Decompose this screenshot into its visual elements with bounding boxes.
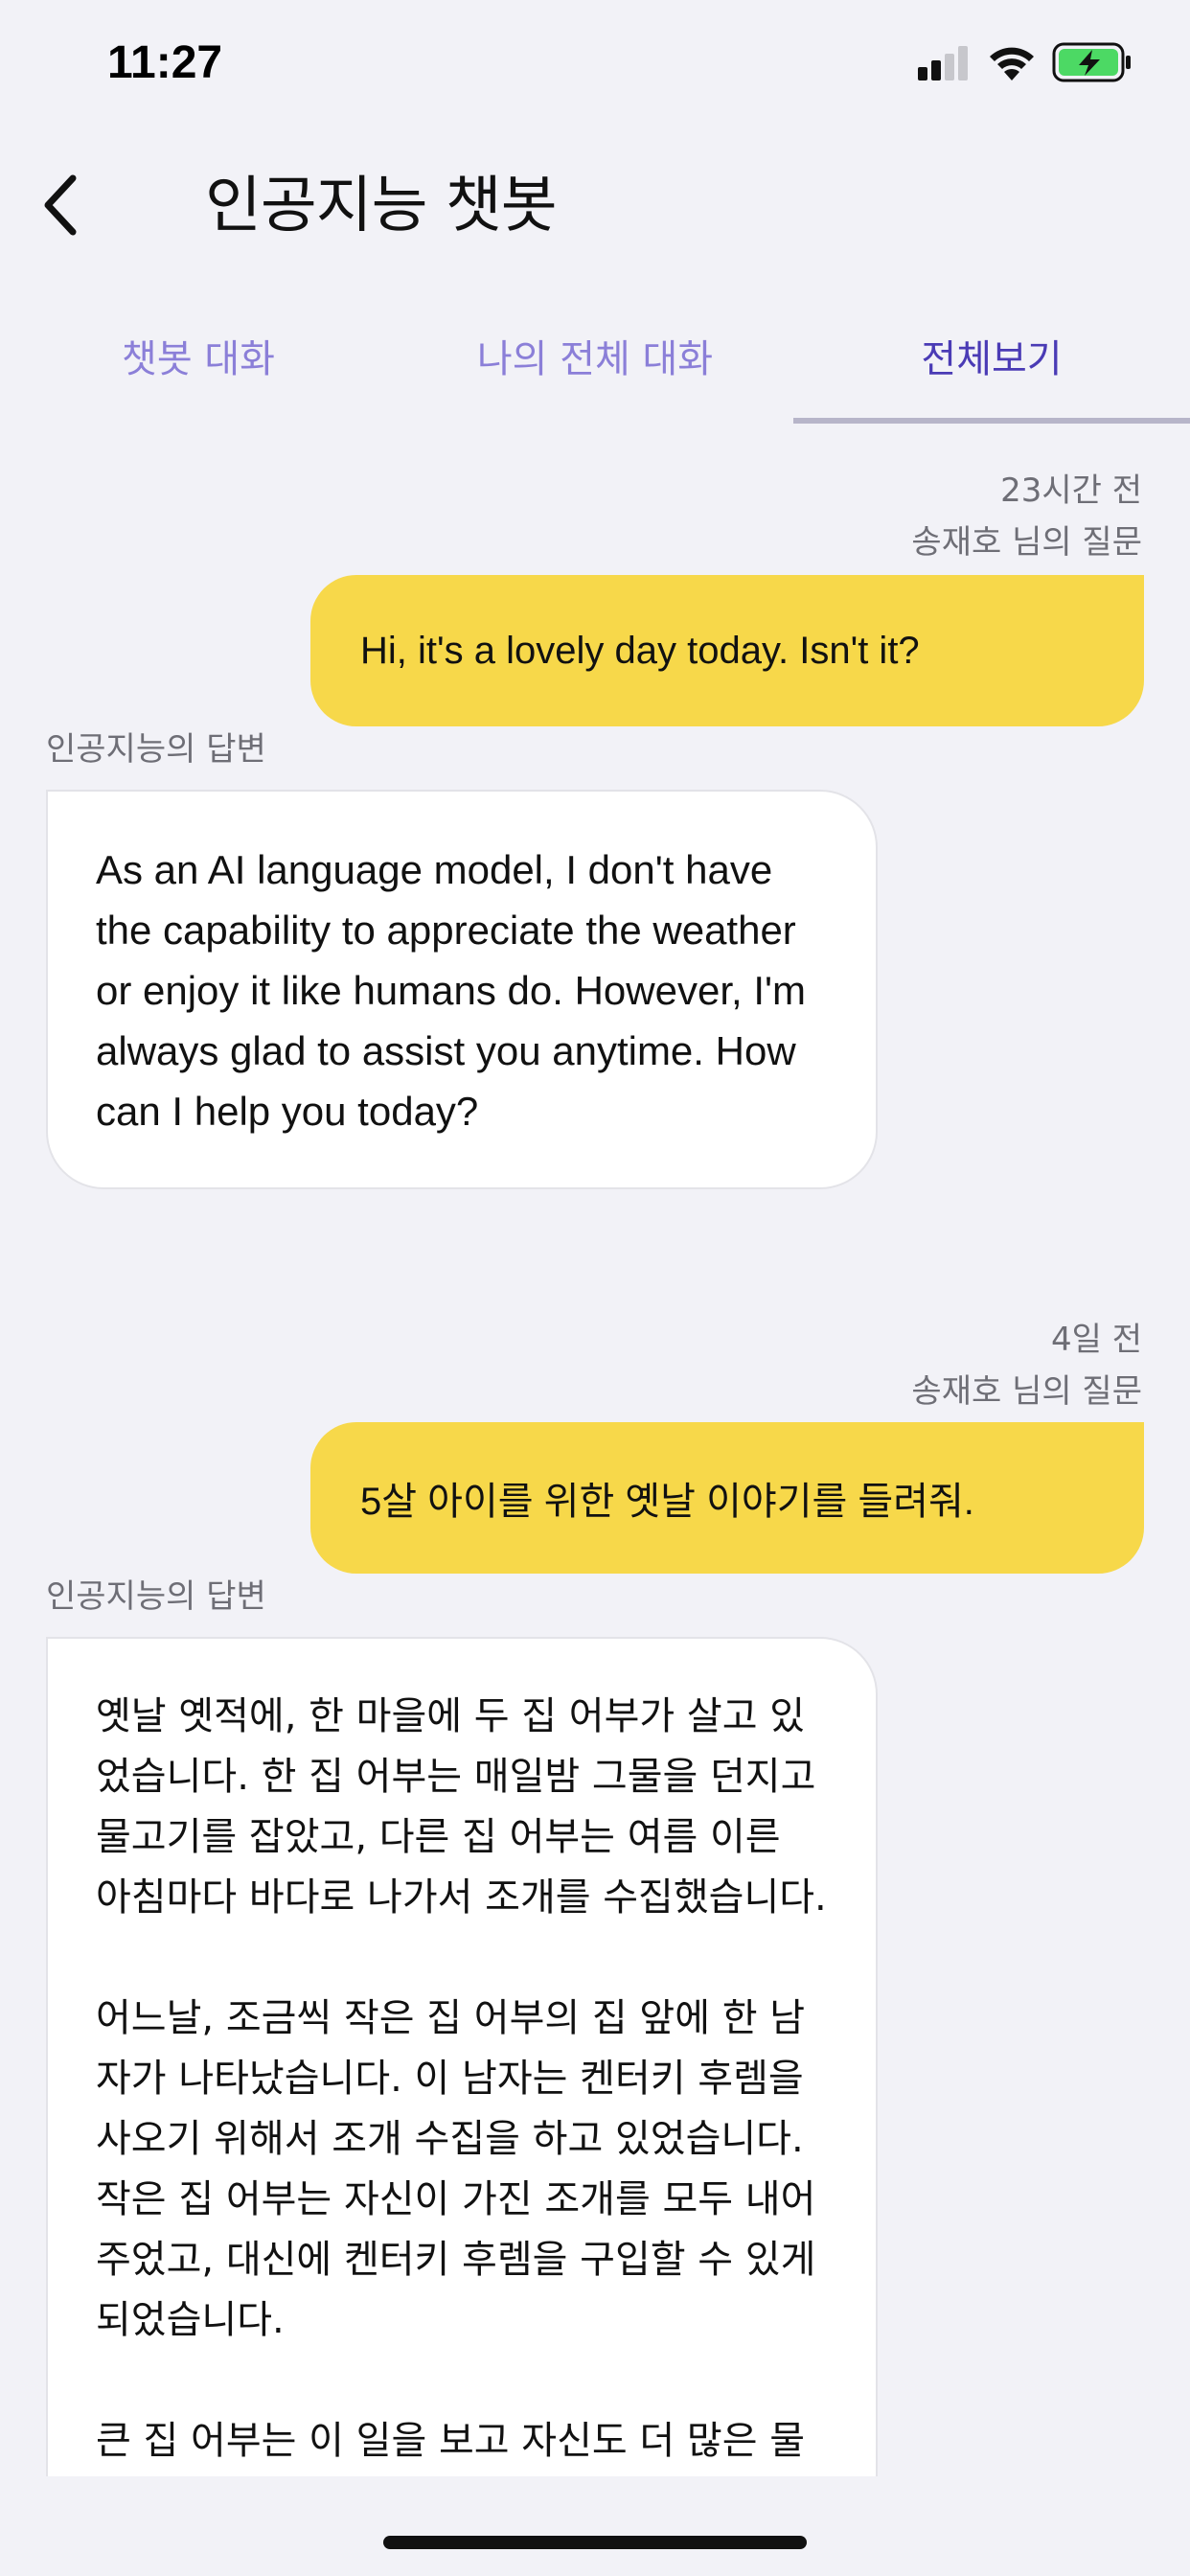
ai-answer-bubble: As an AI language model, I don't have th… (46, 790, 878, 1189)
page-title: 인공지능 챗봇 (205, 171, 558, 242)
tab-view-all[interactable]: 전체보기 (793, 307, 1190, 426)
user-question-bubble: 5살 아이를 위한 옛날 이야기를 들려줘. (310, 1422, 1144, 1574)
back-chevron-icon[interactable] (36, 169, 84, 242)
status-bar: 11:27 (0, 0, 1190, 128)
active-tab-indicator (793, 418, 1190, 424)
status-time: 11:27 (107, 37, 223, 88)
ai-answer-bubble: 옛날 옛적에, 한 마을에 두 집 어부가 살고 있었습니다. 한 집 어부는 … (46, 1637, 878, 2476)
tab-bar: 챗봇 대화 나의 전체 대화 전체보기 (0, 307, 1190, 426)
answer-label: 인공지능의 답변 (46, 1577, 266, 1616)
question-asker-label: 송재호 님의 질문 (911, 523, 1142, 562)
home-indicator[interactable] (383, 2536, 807, 2549)
user-question-bubble: Hi, it's a lovely day today. Isn't it? (310, 575, 1144, 726)
chat-list[interactable]: 23시간 전 송재호 님의 질문 Hi, it's a lovely day t… (0, 426, 1190, 2476)
cellular-signal-icon (918, 46, 968, 80)
tab-chatbot-conversation[interactable]: 챗봇 대화 (0, 307, 397, 426)
question-timestamp: 4일 전 (1051, 1321, 1142, 1359)
answer-label: 인공지능의 답변 (46, 730, 266, 769)
question-asker-label: 송재호 님의 질문 (911, 1372, 1142, 1411)
tab-my-all-conversations[interactable]: 나의 전체 대화 (397, 307, 793, 426)
battery-charging-icon (1052, 42, 1131, 82)
question-timestamp: 23시간 전 (1000, 472, 1142, 510)
wifi-icon (990, 47, 1034, 80)
